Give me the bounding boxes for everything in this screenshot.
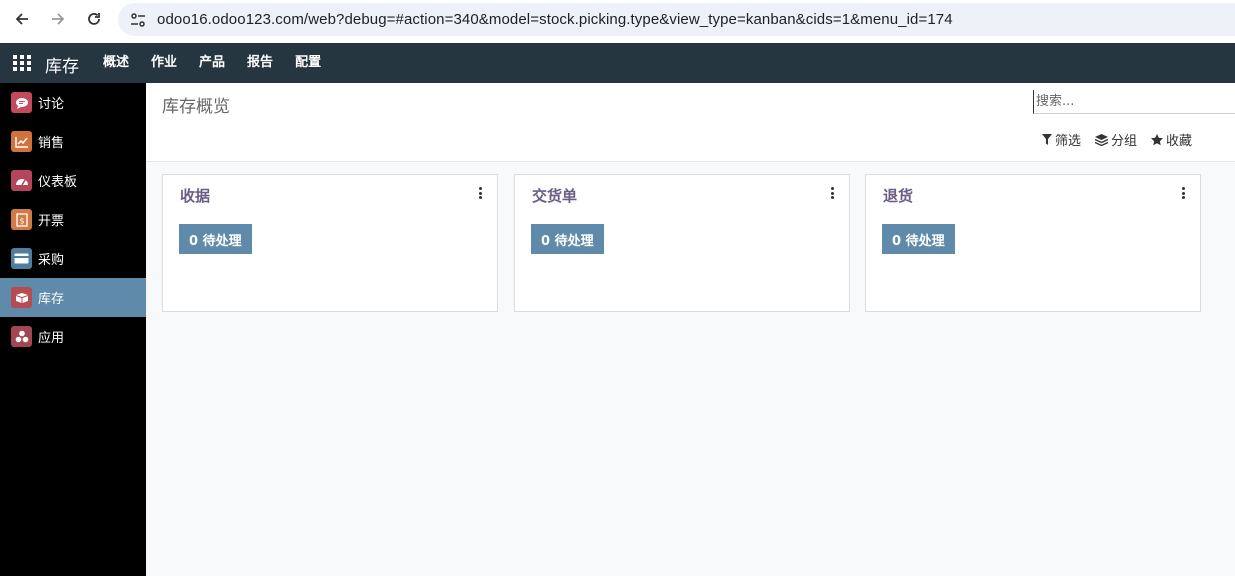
kanban-card-deliveries[interactable]: 交货单 0 待处理	[514, 174, 850, 312]
sidebar: 讨论 销售 仪表板 $ 开票 采购 库存 应用	[0, 83, 146, 576]
kebab-menu-icon[interactable]	[829, 187, 835, 199]
control-panel: 库存概览 筛选 分组 收藏	[146, 83, 1235, 162]
search-options: 筛选 分组 收藏	[1042, 130, 1192, 149]
sidebar-item-purchase[interactable]: 采购	[0, 239, 146, 278]
sidebar-item-apps[interactable]: 应用	[0, 317, 146, 356]
apps-grid-icon[interactable]	[13, 55, 31, 71]
sidebar-item-invoicing[interactable]: $ 开票	[0, 200, 146, 239]
forward-arrow-icon[interactable]	[47, 8, 69, 30]
filter-label: 筛选	[1055, 134, 1082, 149]
app-menu: 概述 作业 产品 报告 配置	[92, 43, 332, 83]
address-bar[interactable]: odoo16.odoo123.com/web?debug=#action=340…	[118, 3, 1235, 36]
speedometer-icon	[11, 170, 32, 191]
sidebar-item-discuss[interactable]: 讨论	[0, 83, 146, 122]
url-text: odoo16.odoo123.com/web?debug=#action=340…	[157, 11, 953, 28]
app-navbar: 库存 概述 作业 产品 报告 配置	[0, 43, 1235, 83]
to-process-button[interactable]: 0 待处理	[882, 224, 955, 254]
sidebar-item-label: 应用	[38, 331, 65, 346]
sidebar-item-sales[interactable]: 销售	[0, 122, 146, 161]
group-by-label: 分组	[1111, 134, 1138, 149]
menu-reporting[interactable]: 报告	[236, 43, 284, 83]
kebab-menu-icon[interactable]	[1180, 187, 1186, 199]
sidebar-item-label: 销售	[38, 136, 65, 151]
cubes-icon	[11, 326, 32, 347]
browser-toolbar: odoo16.odoo123.com/web?debug=#action=340…	[0, 0, 1235, 43]
favorites-label: 收藏	[1166, 134, 1193, 149]
sidebar-item-label: 库存	[38, 292, 65, 307]
menu-products[interactable]: 产品	[188, 43, 236, 83]
page-title: 库存概览	[162, 97, 230, 117]
chat-icon	[11, 92, 32, 113]
search-input[interactable]	[1033, 90, 1235, 114]
main-content: 库存概览 筛选 分组 收藏 收据 0 待处理 交货单 0 待处理 退货	[146, 83, 1235, 576]
kanban-card-returns[interactable]: 退货 0 待处理	[865, 174, 1201, 312]
to-process-button[interactable]: 0 待处理	[179, 224, 252, 254]
sidebar-item-dashboard[interactable]: 仪表板	[0, 161, 146, 200]
sidebar-item-inventory[interactable]: 库存	[0, 278, 146, 317]
to-process-button[interactable]: 0 待处理	[531, 224, 604, 254]
star-icon	[1151, 133, 1164, 145]
card-title[interactable]: 退货	[883, 185, 913, 206]
sidebar-item-label: 讨论	[38, 97, 65, 112]
filter-icon	[1042, 134, 1052, 145]
svg-text:$: $	[19, 216, 24, 225]
menu-operations[interactable]: 作业	[140, 43, 188, 83]
group-by-button[interactable]: 分组	[1095, 130, 1137, 149]
back-arrow-icon[interactable]	[11, 8, 33, 30]
favorites-button[interactable]: 收藏	[1151, 130, 1192, 149]
site-settings-icon[interactable]	[128, 10, 148, 30]
kebab-menu-icon[interactable]	[477, 187, 483, 199]
menu-overview[interactable]: 概述	[92, 43, 140, 83]
app-brand[interactable]: 库存	[45, 52, 79, 77]
reload-icon[interactable]	[83, 8, 105, 30]
filter-button[interactable]: 筛选	[1042, 130, 1081, 149]
card-title[interactable]: 收据	[180, 185, 210, 206]
card-title[interactable]: 交货单	[532, 185, 577, 206]
box-icon	[11, 287, 32, 308]
sidebar-item-label: 仪表板	[38, 175, 78, 190]
invoice-icon: $	[11, 209, 32, 230]
sidebar-item-label: 开票	[38, 214, 65, 229]
layers-icon	[1095, 133, 1109, 146]
credit-card-icon	[11, 248, 32, 269]
menu-configuration[interactable]: 配置	[284, 43, 332, 83]
sidebar-item-label: 采购	[38, 253, 65, 268]
kanban-card-receipts[interactable]: 收据 0 待处理	[162, 174, 498, 312]
chart-icon	[11, 131, 32, 152]
